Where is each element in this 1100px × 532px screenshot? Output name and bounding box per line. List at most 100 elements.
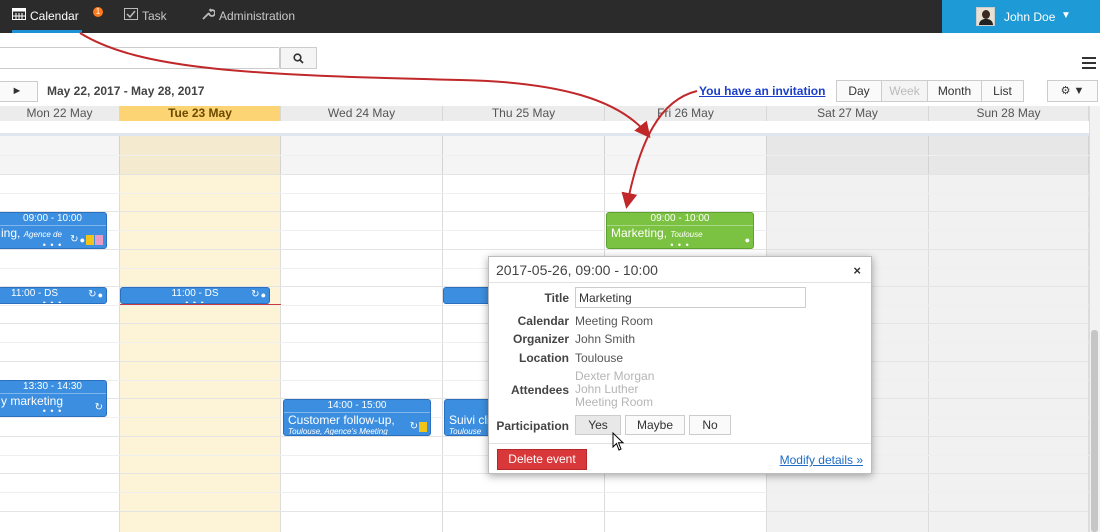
event-icons: ↻ ● xyxy=(251,289,266,300)
event-resize-handle[interactable]: • • • xyxy=(0,299,106,304)
event-title: Marketing, xyxy=(611,226,668,240)
chevron-down-icon: ▼ xyxy=(1061,10,1071,21)
event-title: Customer follow-up, xyxy=(288,413,395,427)
event-location: Toulouse xyxy=(670,230,703,239)
day-header-sat[interactable]: Sat 27 May xyxy=(767,106,929,121)
event-time: 13:30 - 14:30 xyxy=(0,381,106,394)
event-resize-handle[interactable]: • • • xyxy=(0,407,106,416)
grid-line xyxy=(0,193,1089,194)
day-header-fri[interactable]: Fri 26 May xyxy=(605,106,767,121)
event-icons: ● xyxy=(745,235,750,245)
category-yellow-icon xyxy=(419,421,427,432)
view-list-button[interactable]: List xyxy=(981,80,1024,102)
event-title: ing, xyxy=(1,226,21,240)
event-icons: ↻ ● xyxy=(88,289,103,300)
day-header-thu[interactable]: Thu 25 May xyxy=(443,106,605,121)
search-icon xyxy=(293,51,304,65)
nav-administration[interactable]: Administration xyxy=(201,0,301,33)
next-week-button[interactable]: ► xyxy=(0,81,38,102)
day-header-sun[interactable]: Sun 28 May xyxy=(929,106,1089,121)
event-wed-1400[interactable]: 14:00 - 15:00 Customer follow-up, Toulou… xyxy=(283,399,431,436)
day-header-tue[interactable]: Tue 23 May xyxy=(120,106,281,121)
group-icon: ● xyxy=(97,289,103,300)
event-mon-1330[interactable]: 13:30 - 14:30 y marketing • • • ↻ xyxy=(0,380,107,417)
task-icon xyxy=(124,0,138,33)
category-yellow-icon xyxy=(86,234,94,245)
event-icons: ↻ xyxy=(95,402,103,413)
user-menu[interactable]: John Doe ▼ xyxy=(942,0,1100,33)
event-mon-1100[interactable]: 11:00 - DS • • • ↻ ● xyxy=(0,287,107,304)
event-icons: ↻ xyxy=(410,421,427,432)
mouse-cursor-icon xyxy=(612,432,625,451)
day-header-wed[interactable]: Wed 24 May xyxy=(281,106,443,121)
date-range-label: May 22, 2017 - May 28, 2017 xyxy=(47,84,205,98)
day-header-mon[interactable]: Mon 22 May xyxy=(0,106,120,121)
event-tue-1100[interactable]: 11:00 - DS • • • ↻ ● xyxy=(120,287,270,304)
grid-line xyxy=(0,155,1089,156)
event-thu-1400[interactable]: Suivi cli Toulouse xyxy=(444,399,494,436)
top-navigation-bar: Calendar 1 Task Administration John Doe … xyxy=(0,0,1100,33)
recurring-icon: ↻ xyxy=(94,402,103,413)
grid-line xyxy=(0,230,1089,231)
view-month-button[interactable]: Month xyxy=(927,80,982,102)
organizer-value: John Smith xyxy=(575,332,636,346)
event-title-field[interactable] xyxy=(575,287,806,308)
group-icon: ● xyxy=(260,289,266,300)
invitation-link[interactable]: You have an invitation xyxy=(699,84,825,98)
nav-calendar-label: Calendar xyxy=(30,9,79,23)
nav-task[interactable]: Task xyxy=(124,0,184,33)
participation-maybe-button[interactable]: Maybe xyxy=(625,415,685,435)
calendar-icon xyxy=(12,0,26,33)
event-details-popup: 2017-05-26, 09:00 - 10:00 × Title Calend… xyxy=(488,256,872,474)
close-icon[interactable]: × xyxy=(853,263,861,278)
attendee-item: Meeting Room xyxy=(575,395,654,409)
recurring-icon: ↻ xyxy=(409,421,418,432)
popup-divider xyxy=(489,282,871,283)
grid-line xyxy=(0,211,1089,212)
nav-calendar[interactable]: Calendar 1 xyxy=(12,0,103,33)
view-switcher: Day Week Month List xyxy=(836,80,1024,102)
grid-line xyxy=(0,511,1089,512)
view-day-button[interactable]: Day xyxy=(836,80,882,102)
participation-no-button[interactable]: No xyxy=(689,415,731,435)
popup-divider xyxy=(489,443,871,444)
settings-dropdown-button[interactable]: ⚙ ▼ xyxy=(1047,80,1098,102)
title-label: Title xyxy=(544,291,569,305)
event-time: 09:00 - 10:00 xyxy=(607,213,753,226)
nav-administration-label: Administration xyxy=(219,9,296,23)
popup-title: 2017-05-26, 09:00 - 10:00 xyxy=(496,262,658,278)
delete-event-button[interactable]: Delete event xyxy=(497,449,587,470)
user-name: John Doe xyxy=(1004,10,1056,24)
recurring-icon: ↻ xyxy=(70,234,79,245)
recurring-icon: ↻ xyxy=(88,289,97,300)
wrench-icon xyxy=(201,0,216,33)
event-title: Suivi cli xyxy=(449,413,490,427)
recurring-icon: ↻ xyxy=(251,289,260,300)
participation-label: Participation xyxy=(496,419,569,433)
modify-details-link[interactable]: Modify details » xyxy=(780,453,863,467)
search-input[interactable] xyxy=(0,47,280,69)
calendar-value: Meeting Room xyxy=(575,314,654,328)
event-time: 09:00 - 10:00 xyxy=(0,213,106,226)
event-mon-0900[interactable]: 09:00 - 10:00 ing, Agence de • • • ↻ ● xyxy=(0,212,107,249)
calendar-label: Calendar xyxy=(517,314,569,328)
category-pink-icon xyxy=(95,234,103,245)
scrollbar-thumb[interactable] xyxy=(1091,330,1098,532)
grid-line xyxy=(0,249,1089,250)
location-label: Location xyxy=(519,351,569,365)
current-time-indicator xyxy=(120,304,281,305)
event-location: Agence de xyxy=(23,230,62,239)
search-button[interactable] xyxy=(280,47,317,69)
event-fri-0900[interactable]: 09:00 - 10:00 Marketing, Toulouse • • • … xyxy=(606,212,754,249)
group-icon: ● xyxy=(744,235,750,245)
avatar xyxy=(976,7,995,26)
grid-line xyxy=(0,492,1089,493)
grid-line xyxy=(0,174,1089,175)
all-day-row[interactable] xyxy=(0,121,1089,136)
event-thu-1100[interactable] xyxy=(443,287,493,304)
hamburger-menu-icon[interactable] xyxy=(1082,57,1096,69)
organizer-label: Organizer xyxy=(512,332,569,346)
event-resize-handle[interactable]: • • • xyxy=(607,241,753,249)
view-week-button[interactable]: Week xyxy=(881,80,928,102)
group-icon: ● xyxy=(79,234,85,245)
